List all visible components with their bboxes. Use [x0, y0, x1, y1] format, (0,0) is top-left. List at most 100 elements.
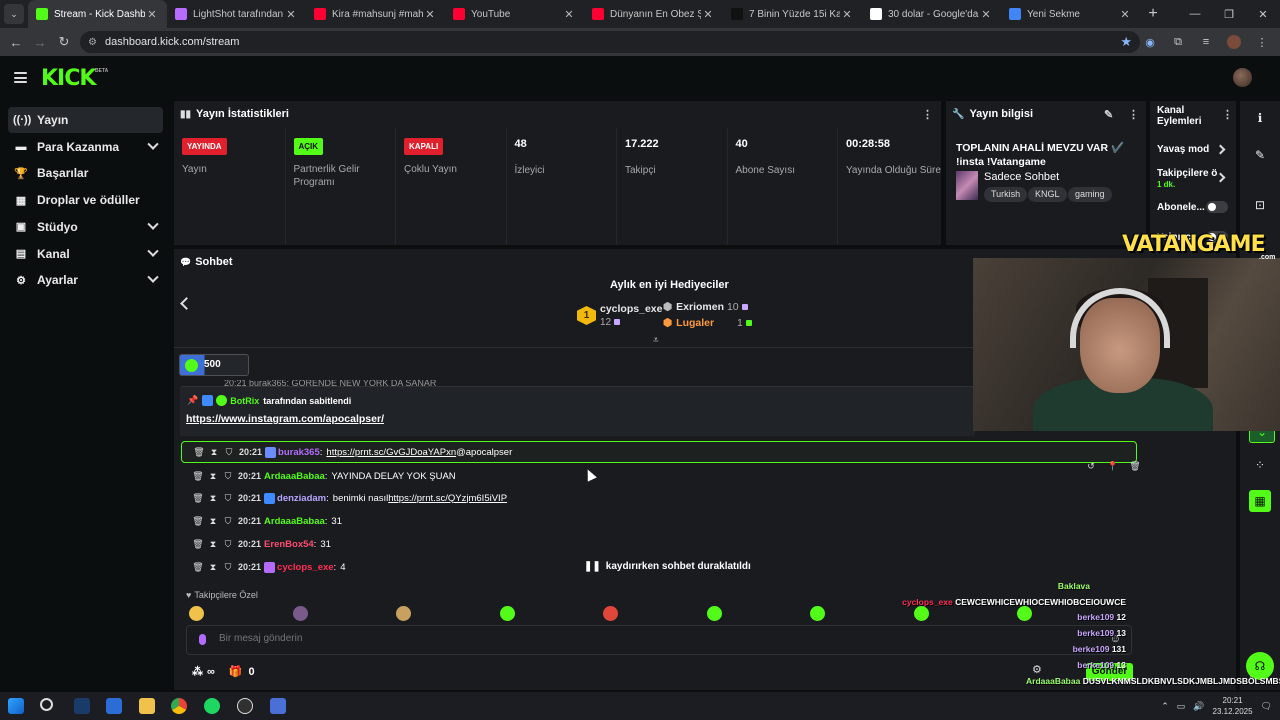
- browser-tab[interactable]: Stream - Kick Dashboard✕: [28, 0, 167, 28]
- tab-close-icon[interactable]: ✕: [423, 8, 437, 21]
- chevron-down-icon[interactable]: [147, 218, 159, 230]
- chrome-icon[interactable]: [171, 698, 187, 714]
- kick-logo[interactable]: KICK: [41, 66, 96, 91]
- sidebar-item[interactable]: ((·)) Yayın: [8, 107, 163, 133]
- spotify-icon[interactable]: [204, 698, 220, 714]
- forward-icon[interactable]: →: [28, 35, 52, 50]
- sidebar-item[interactable]: ▤ Kanal: [8, 241, 163, 267]
- chat-settings-gear-icon[interactable]: ⚙: [1032, 663, 1042, 676]
- back-icon[interactable]: ←: [4, 35, 28, 50]
- chevron-down-icon[interactable]: [147, 271, 159, 284]
- search-icon[interactable]: [40, 698, 53, 711]
- kick-goal-badge[interactable]: 500: [179, 354, 249, 376]
- emote-icon[interactable]: [396, 606, 411, 621]
- profile-avatar-icon[interactable]: [1224, 32, 1244, 52]
- extensions-puzzle-icon[interactable]: ⧉: [1168, 32, 1188, 52]
- emote-icon[interactable]: [499, 606, 515, 621]
- browser-tab[interactable]: 7 Binin Yüzde 15i Kaçtır ?✕: [723, 0, 862, 28]
- tag-pill[interactable]: Turkish: [984, 187, 1028, 202]
- sidebar-item[interactable]: ▣ Stüdyo: [8, 214, 163, 240]
- message-username[interactable]: ArdaaaBabaa: [264, 516, 325, 527]
- close-window-icon[interactable]: ✕: [1246, 8, 1280, 21]
- channel-points[interactable]: ⁂ ∞: [192, 665, 215, 678]
- gift-count[interactable]: 🎁 0: [229, 665, 255, 678]
- browser-tab[interactable]: Dünyanın En Obez Şehrin✕: [584, 0, 723, 28]
- chevron-down-icon[interactable]: [147, 245, 159, 257]
- ban-icon[interactable]: ⛉: [221, 516, 235, 527]
- ban-icon[interactable]: ⛉: [222, 447, 236, 458]
- edit-pencil-icon[interactable]: ✎: [1104, 108, 1113, 121]
- timeout-icon[interactable]: ⧗: [206, 539, 220, 550]
- tray-chevron-icon[interactable]: ⌃: [1161, 701, 1169, 712]
- emote-icon[interactable]: [189, 606, 204, 621]
- browser-tab[interactable]: 30 dolar - Google'da Ara✕: [862, 0, 1001, 28]
- browser-tab[interactable]: YouTube ✕: [445, 0, 584, 28]
- notification-icon[interactable]: 🗨: [1261, 701, 1272, 712]
- site-info-icon[interactable]: ⚙: [88, 37, 97, 48]
- message-field[interactable]: [219, 633, 1019, 644]
- emote-icon[interactable]: [706, 606, 722, 621]
- delete-icon[interactable]: 🗑: [191, 493, 205, 504]
- tag-pill[interactable]: gaming: [1068, 187, 1112, 202]
- gifter-3-name[interactable]: ⬢ Lugaler 1: [663, 317, 752, 329]
- emote-icon[interactable]: [913, 606, 929, 621]
- tab-close-icon[interactable]: ✕: [979, 8, 993, 21]
- ban-icon[interactable]: ⛉: [221, 471, 235, 482]
- ban-icon[interactable]: ⛉: [221, 562, 235, 573]
- timeout-icon[interactable]: ⧗: [206, 493, 220, 504]
- gifter-2-name[interactable]: ⬢ Exriomen 10: [663, 301, 748, 313]
- network-icon[interactable]: ▭: [1177, 701, 1186, 712]
- delete-icon[interactable]: 🗑: [191, 562, 205, 573]
- pin-message-icon[interactable]: 📍: [1102, 457, 1124, 475]
- sidebar-item[interactable]: 🏆 Başarılar: [8, 160, 163, 186]
- emote-icon[interactable]: [810, 606, 825, 621]
- gifter-1-name[interactable]: cyclops_exe: [600, 303, 662, 315]
- ban-icon[interactable]: ⛉: [221, 493, 235, 504]
- chat-input[interactable]: ☺: [186, 625, 1132, 655]
- browser-tab[interactable]: Kira #mahsunj #mahsun✕: [306, 0, 445, 28]
- message-username[interactable]: cyclops_exe: [277, 562, 334, 573]
- delete-icon[interactable]: 🗑: [191, 516, 205, 527]
- browser-tab[interactable]: Yeni Sekme ✕: [1001, 0, 1140, 28]
- screen-capture-icon[interactable]: ⊡: [1249, 194, 1271, 216]
- store-icon[interactable]: [106, 698, 122, 714]
- timeout-icon[interactable]: ⧗: [206, 516, 220, 527]
- chat-message[interactable]: 🗑 ⧗ ⛉ 20:21 ArdaaaBabaa: YAYINDA DELAY YOK ŞU…: [181, 465, 1137, 487]
- bookmark-star-icon[interactable]: ★: [1120, 34, 1132, 50]
- chat-message[interactable]: 🗑 ⧗ ⛉ 20:21 ErenBox54:31: [181, 533, 1137, 555]
- slow-mode-link[interactable]: Yavaş mod: [1157, 144, 1209, 155]
- pinned-by-user[interactable]: BotRix: [230, 396, 259, 406]
- stream-category[interactable]: Sadece Sohbet: [984, 171, 1059, 183]
- sidebar-item[interactable]: ▬ Para Kazanma: [8, 134, 163, 160]
- chevron-down-icon[interactable]: [147, 138, 159, 150]
- address-bar[interactable]: ⚙ dashboard.kick.com/stream ★: [80, 31, 1140, 53]
- timeout-icon[interactable]: ⧗: [206, 471, 220, 482]
- steam-icon[interactable]: [74, 698, 90, 714]
- subscribers-only-toggle[interactable]: [1206, 201, 1228, 213]
- collapse-arrow-icon[interactable]: ⩡: [653, 335, 659, 346]
- stream-info-more-icon[interactable]: ⋮: [1128, 108, 1139, 121]
- message-link[interactable]: https://prnt.sc/QYzjm6I5iVIP: [388, 493, 507, 504]
- avatar[interactable]: [1233, 68, 1252, 87]
- chat-paused-notice[interactable]: ❚❚ kaydırırken sohbet duraklatıldı: [584, 561, 751, 572]
- chat-message[interactable]: 🗑 ⧗ ⛉ 20:21 denziadam: benimki nasıl https://…: [181, 487, 1137, 509]
- message-username[interactable]: denziadam: [277, 493, 326, 504]
- info-icon[interactable]: ℹ: [1249, 107, 1271, 129]
- delete-icon[interactable]: 🗑: [1124, 457, 1146, 475]
- ban-icon[interactable]: ⛉: [221, 539, 235, 550]
- tab-close-icon[interactable]: ✕: [1118, 8, 1132, 21]
- message-username[interactable]: ErenBox54: [264, 539, 314, 550]
- emote-icon[interactable]: [603, 606, 618, 621]
- delete-icon[interactable]: 🗑: [191, 471, 205, 482]
- message-username[interactable]: burak365: [278, 447, 320, 458]
- sidebar-item[interactable]: ⚙ Ayarlar: [8, 267, 163, 293]
- tab-search-icon[interactable]: ⌄: [4, 4, 24, 24]
- volume-icon[interactable]: 🔊: [1193, 701, 1204, 712]
- maximize-icon[interactable]: ❐: [1212, 8, 1246, 21]
- chat-message[interactable]: 🗑 ⧗ ⛉ 20:21 burak365: https://prnt.sc/GvGJDoa…: [181, 441, 1137, 463]
- stats-more-icon[interactable]: ⋮: [922, 108, 933, 121]
- share-icon[interactable]: ⁘: [1249, 454, 1271, 476]
- menu-icon[interactable]: [14, 72, 27, 83]
- undo-icon[interactable]: ↺: [1080, 457, 1102, 475]
- emote-icon[interactable]: [292, 606, 308, 621]
